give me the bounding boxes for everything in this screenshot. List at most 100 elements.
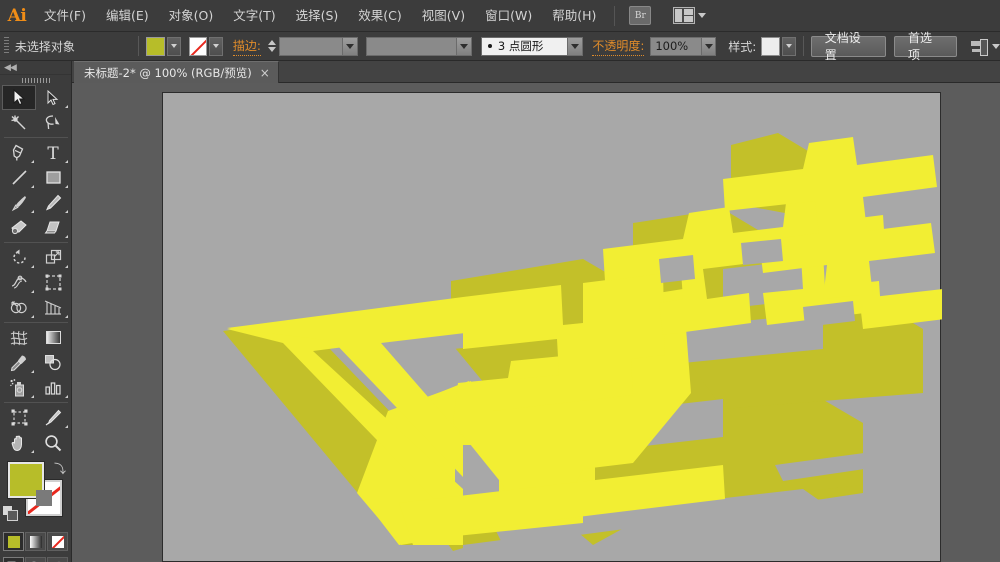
menu-effect[interactable]: 效果(C) (348, 0, 411, 32)
workspace-switcher[interactable] (673, 7, 707, 24)
document-tab-title: 未标题-2* @ 100% (RGB/预览) (84, 65, 252, 80)
line-segment-tool[interactable] (2, 165, 36, 190)
artwork-3d-extruded-text[interactable] (163, 93, 942, 562)
zoom-tool[interactable] (36, 430, 70, 455)
eyedropper-tool[interactable] (2, 350, 36, 375)
artboard[interactable] (162, 92, 942, 562)
menubar-divider (614, 5, 616, 26)
menu-window[interactable]: 窗口(W) (475, 0, 542, 32)
blend-tool[interactable] (36, 350, 70, 375)
tools-panel-header[interactable]: ◀◀ (0, 61, 71, 75)
menu-edit[interactable]: 编辑(E) (96, 0, 159, 32)
menu-file[interactable]: 文件(F) (34, 0, 96, 32)
shape-builder-tool[interactable] (2, 295, 36, 320)
brush-definition-dropdown[interactable] (567, 36, 583, 56)
none-button[interactable] (47, 532, 68, 551)
preferences-button[interactable]: 首选项 (893, 31, 958, 62)
stroke-weight-stepper[interactable] (267, 37, 278, 56)
fill-color-swatch[interactable] (146, 36, 165, 56)
color-mode-row (0, 532, 71, 551)
stroke-profile-field[interactable] (365, 36, 458, 56)
document-setup-button[interactable]: 文档设置 (810, 31, 887, 62)
tool-divider (4, 137, 68, 138)
stroke-weight-field[interactable] (278, 36, 343, 56)
draw-inside-button[interactable] (47, 557, 68, 562)
fill-color-dropdown[interactable] (166, 36, 181, 56)
pen-tool[interactable] (2, 140, 36, 165)
symbol-sprayer-tool[interactable] (2, 375, 36, 400)
graphic-style-swatch[interactable] (761, 36, 780, 56)
stroke-color-dropdown[interactable] (209, 36, 224, 56)
artboard-tool[interactable] (2, 405, 36, 430)
brush-dot-icon (487, 44, 492, 48)
opacity-dropdown[interactable] (701, 36, 717, 56)
none-icon (51, 535, 64, 548)
stroke-profile-dropdown[interactable] (457, 36, 473, 56)
graphic-style-dropdown[interactable] (781, 36, 796, 56)
tools-panel-grip[interactable] (0, 75, 71, 85)
workspace-switcher-icon (673, 7, 696, 24)
slice-tool[interactable] (36, 405, 70, 430)
selection-status-label: 未选择对象 (14, 39, 75, 54)
opacity-label[interactable]: 不透明度: (592, 37, 645, 56)
illustrator-window: Ai 文件(F) 编辑(E) 对象(O) 文字(T) 选择(S) 效果(C) 视… (0, 0, 1000, 562)
opacity-field[interactable]: 100% (650, 36, 702, 56)
align-dropdown-chevron-icon[interactable] (991, 43, 1000, 49)
draw-behind-button[interactable] (25, 557, 46, 562)
close-icon[interactable]: × (260, 67, 270, 79)
hand-tool[interactable] (2, 430, 36, 455)
stroke-weight-dropdown[interactable] (342, 36, 358, 56)
draw-normal-button[interactable] (3, 557, 24, 562)
chevron-down-icon (698, 13, 707, 18)
menu-view[interactable]: 视图(V) (412, 0, 475, 32)
stepper-up-icon (268, 40, 277, 45)
align-icon[interactable] (971, 38, 988, 56)
tool-divider-2 (4, 242, 68, 243)
fill-swatch-icon (7, 535, 20, 548)
menu-select[interactable]: 选择(S) (286, 0, 349, 32)
stroke-weight-label[interactable]: 描边: (232, 37, 261, 56)
rotate-tool[interactable] (2, 245, 36, 270)
eraser-tool[interactable] (36, 215, 70, 240)
menu-type[interactable]: 文字(T) (223, 0, 285, 32)
gradient-icon (29, 535, 42, 548)
gradient-tool[interactable] (36, 325, 70, 350)
mesh-tool[interactable] (2, 325, 36, 350)
rectangle-tool[interactable] (36, 165, 70, 190)
free-transform-tool[interactable] (36, 270, 70, 295)
color-fill-button[interactable] (3, 532, 24, 551)
paintbrush-tool[interactable] (2, 190, 36, 215)
stroke-color-swatch[interactable] (188, 36, 208, 56)
divider-2 (802, 36, 804, 56)
brush-definition-field[interactable]: 3 点圆形 (480, 36, 568, 56)
type-tool[interactable]: T (36, 140, 70, 165)
column-graph-tool[interactable] (36, 375, 70, 400)
menu-bar: Ai 文件(F) 编辑(E) 对象(O) 文字(T) 选择(S) 效果(C) 视… (0, 0, 1000, 32)
gradient-button[interactable] (25, 532, 46, 551)
menu-object[interactable]: 对象(O) (159, 0, 224, 32)
pencil-tool[interactable] (36, 190, 70, 215)
color-controls: ⤵ (0, 458, 72, 530)
selection-tool[interactable] (2, 85, 36, 110)
draw-mode-row (0, 557, 71, 562)
swap-fill-stroke-icon[interactable]: ⤵ (54, 460, 66, 477)
bridge-icon[interactable]: Br (629, 6, 652, 25)
style-label: 样式: (728, 39, 757, 54)
tools-panel: ◀◀ T ⤵ (0, 61, 72, 562)
width-tool[interactable] (2, 270, 36, 295)
perspective-grid-tool[interactable] (36, 295, 70, 320)
collapse-panel-icon[interactable]: ◀◀ (4, 63, 17, 73)
control-bar-grip[interactable] (4, 37, 9, 55)
lasso-tool[interactable] (36, 110, 70, 135)
scale-tool[interactable] (36, 245, 70, 270)
blob-brush-tool[interactable] (2, 215, 36, 240)
canvas-area[interactable] (72, 83, 1000, 562)
magic-wand-tool[interactable] (2, 110, 36, 135)
menu-help[interactable]: 帮助(H) (542, 0, 606, 32)
app-logo: Ai (7, 5, 27, 26)
document-tab[interactable]: 未标题-2* @ 100% (RGB/预览) × (74, 61, 279, 83)
svg-text:T: T (47, 144, 59, 161)
tool-divider-4 (4, 402, 68, 403)
direct-selection-tool[interactable] (36, 85, 70, 110)
default-fill-stroke-icon[interactable] (2, 505, 18, 521)
